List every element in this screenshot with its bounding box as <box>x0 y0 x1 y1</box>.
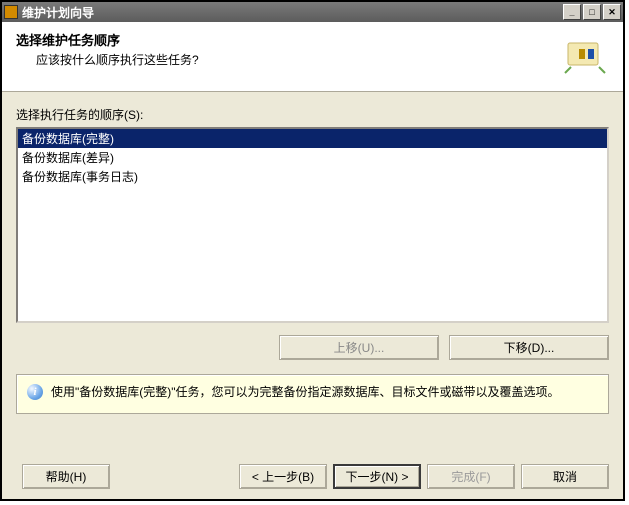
header-pane: 选择维护任务顺序 应该按什么顺序执行这些任务? <box>2 22 623 92</box>
body-pane: 选择执行任务的顺序(S): 备份数据库(完整)备份数据库(差异)备份数据库(事务… <box>2 92 623 360</box>
footer-buttons: 帮助(H) < 上一步(B) 下一步(N) > 完成(F) 取消 <box>2 464 623 489</box>
app-icon <box>4 5 18 19</box>
minimize-button[interactable]: _ <box>563 4 581 20</box>
move-button-row: 上移(U)... 下移(D)... <box>16 335 609 360</box>
cancel-button[interactable]: 取消 <box>521 464 609 489</box>
move-up-button[interactable]: 上移(U)... <box>279 335 439 360</box>
list-item[interactable]: 备份数据库(差异) <box>18 148 607 167</box>
info-box: i 使用"备份数据库(完整)"任务，您可以为完整备份指定源数据库、目标文件或磁带… <box>16 374 609 414</box>
task-order-listbox[interactable]: 备份数据库(完整)备份数据库(差异)备份数据库(事务日志) <box>16 127 609 323</box>
list-item[interactable]: 备份数据库(完整) <box>18 129 607 148</box>
window-title: 维护计划向导 <box>22 4 561 21</box>
move-down-button[interactable]: 下移(D)... <box>449 335 609 360</box>
help-button[interactable]: 帮助(H) <box>22 464 110 489</box>
header-wrench-icon <box>561 32 609 80</box>
info-text: 使用"备份数据库(完整)"任务，您可以为完整备份指定源数据库、目标文件或磁带以及… <box>51 383 560 400</box>
back-button[interactable]: < 上一步(B) <box>239 464 327 489</box>
finish-button[interactable]: 完成(F) <box>427 464 515 489</box>
wizard-window: 维护计划向导 _ □ ✕ 选择维护任务顺序 应该按什么顺序执行这些任务? 选择执… <box>0 0 625 501</box>
info-icon: i <box>27 384 43 400</box>
listbox-label: 选择执行任务的顺序(S): <box>16 106 609 123</box>
page-subtitle: 应该按什么顺序执行这些任务? <box>36 51 561 68</box>
header-text: 选择维护任务顺序 应该按什么顺序执行这些任务? <box>16 30 561 83</box>
list-item[interactable]: 备份数据库(事务日志) <box>18 167 607 186</box>
maximize-button[interactable]: □ <box>583 4 601 20</box>
page-title: 选择维护任务顺序 <box>16 30 561 49</box>
close-button[interactable]: ✕ <box>603 4 621 20</box>
next-button[interactable]: 下一步(N) > <box>333 464 421 489</box>
titlebar: 维护计划向导 _ □ ✕ <box>2 2 623 22</box>
